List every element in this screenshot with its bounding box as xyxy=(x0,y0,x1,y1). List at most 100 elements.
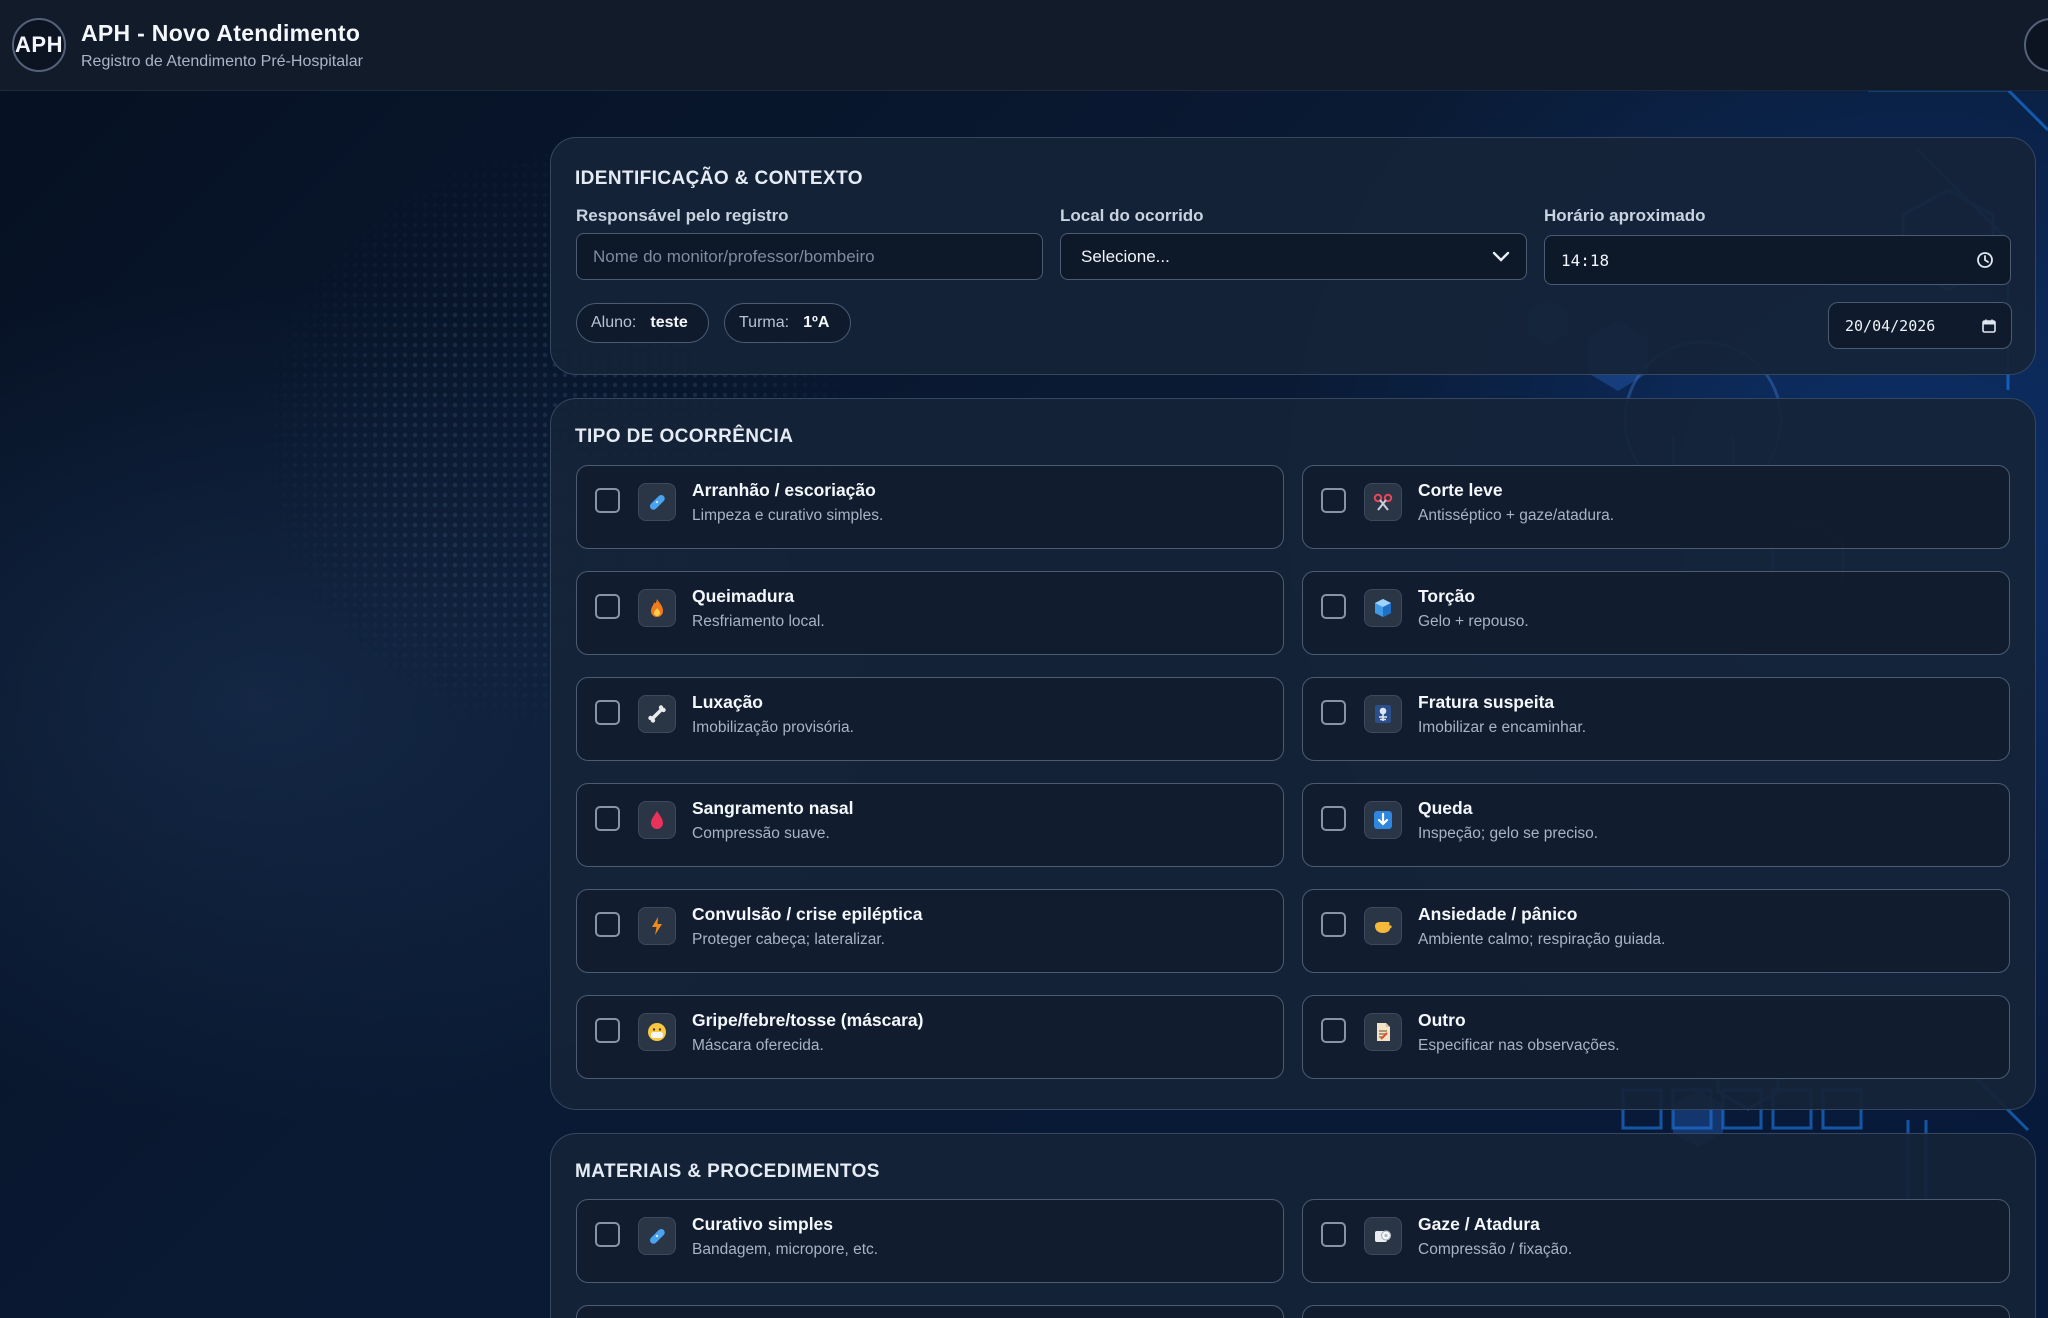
date-input[interactable]: 20/04/2026 xyxy=(1828,302,2012,349)
student-chip: Aluno: teste xyxy=(576,303,709,343)
responsible-input[interactable] xyxy=(593,246,1026,267)
class-value: 1ºA xyxy=(803,314,830,331)
down-arrow-icon xyxy=(1364,801,1402,839)
option-title: Sangramento nasal xyxy=(692,797,854,818)
occurrence-option[interactable]: Corte leve Antisséptico + gaze/atadura. xyxy=(1302,465,2010,549)
option-checkbox[interactable] xyxy=(1321,699,1346,725)
section-title-identification: IDENTIFICAÇÃO & CONTEXTO xyxy=(575,168,863,189)
option-checkbox[interactable] xyxy=(1321,487,1346,513)
occurrence-option[interactable]: Fratura suspeita Imobilizar e encaminhar… xyxy=(1302,677,2010,761)
date-value: 20/04/2026 xyxy=(1845,316,1936,335)
bandage-icon xyxy=(638,483,676,521)
material-option[interactable]: Gaze / Atadura Compressão / fixação. xyxy=(1302,1199,2010,1283)
time-value: 14:18 xyxy=(1561,250,1610,270)
option-checkbox[interactable] xyxy=(595,1017,620,1043)
option-description: Resfriamento local. xyxy=(692,612,825,630)
option-checkbox[interactable] xyxy=(595,593,620,619)
option-checkbox[interactable] xyxy=(1321,1017,1346,1043)
option-checkbox[interactable] xyxy=(1321,911,1346,937)
gauze-roll-icon xyxy=(1364,1217,1402,1255)
occurrence-option[interactable]: Luxação Imobilização provisória. xyxy=(576,677,1284,761)
material-option[interactable]: Curativo simples Bandagem, micropore, et… xyxy=(576,1199,1284,1283)
mask-face-icon xyxy=(638,1013,676,1051)
option-title: Gaze / Atadura xyxy=(1418,1213,1540,1234)
blood-drop-icon xyxy=(638,801,676,839)
occurrence-grid: Arranhão / escoriação Limpeza e curativo… xyxy=(576,465,2012,1079)
user-avatar[interactable] xyxy=(2024,18,2048,72)
clock-icon[interactable] xyxy=(1976,251,1994,269)
x-ray-icon xyxy=(1364,695,1402,733)
materials-grid: Curativo simples Bandagem, micropore, et… xyxy=(576,1199,2012,1318)
option-description: Compressão / fixação. xyxy=(1418,1240,1573,1258)
material-option[interactable] xyxy=(1302,1305,2010,1318)
option-checkbox[interactable] xyxy=(1321,805,1346,831)
occurrence-option[interactable]: Sangramento nasal Compressão suave. xyxy=(576,783,1284,867)
lightning-icon xyxy=(638,907,676,945)
student-value: teste xyxy=(650,314,688,331)
note-icon xyxy=(1364,1013,1402,1051)
occurrence-option[interactable]: Queda Inspeção; gelo se preciso. xyxy=(1302,783,2010,867)
bandage-icon xyxy=(638,1217,676,1255)
option-title: Torção xyxy=(1418,585,1476,606)
option-description: Compressão suave. xyxy=(692,824,830,842)
occurrence-option[interactable]: Convulsão / crise epiléptica Proteger ca… xyxy=(576,889,1284,973)
app-header: APH APH - Novo Atendimento Registro de A… xyxy=(0,0,2048,91)
time-input[interactable]: 14:18 xyxy=(1544,235,2011,285)
option-description: Limpeza e curativo simples. xyxy=(692,506,884,524)
option-description: Antisséptico + gaze/atadura. xyxy=(1418,506,1615,524)
materials-panel: MATERIAIS & PROCEDIMENTOS Curativo simpl… xyxy=(550,1133,2036,1318)
occurrence-option[interactable]: Arranhão / escoriação Limpeza e curativo… xyxy=(576,465,1284,549)
location-select-value: Selecione... xyxy=(1081,246,1170,266)
option-description: Especificar nas observações. xyxy=(1418,1036,1620,1054)
occurrence-option[interactable]: Ansiedade / pânico Ambiente calmo; respi… xyxy=(1302,889,2010,973)
scissors-icon xyxy=(1364,483,1402,521)
option-checkbox[interactable] xyxy=(595,911,620,937)
identification-panel: IDENTIFICAÇÃO & CONTEXTO Responsável pel… xyxy=(550,137,2036,375)
occurrence-type-panel: TIPO DE OCORRÊNCIA Arranhão / escoriação… xyxy=(550,398,2036,1110)
option-title: Luxação xyxy=(692,691,763,712)
option-checkbox[interactable] xyxy=(595,699,620,725)
option-title: Queda xyxy=(1418,797,1473,818)
calendar-icon[interactable] xyxy=(1981,318,1997,334)
responsible-label: Responsável pelo registro xyxy=(576,206,789,225)
location-label: Local do ocorrido xyxy=(1060,206,1204,225)
option-title: Queimadura xyxy=(692,585,795,606)
option-description: Ambiente calmo; respiração guiada. xyxy=(1418,930,1666,948)
section-title-materials: MATERIAIS & PROCEDIMENTOS xyxy=(575,1161,880,1182)
option-description: Máscara oferecida. xyxy=(692,1036,824,1054)
bone-icon xyxy=(638,695,676,733)
option-description: Inspeção; gelo se preciso. xyxy=(1418,824,1599,842)
ice-cube-icon xyxy=(1364,589,1402,627)
occurrence-option[interactable]: Torção Gelo + repouso. xyxy=(1302,571,2010,655)
option-title: Fratura suspeita xyxy=(1418,691,1555,712)
app-subtitle: Registro de Atendimento Pré-Hospitalar xyxy=(81,52,363,70)
responsible-field-wrapper xyxy=(576,233,1043,280)
location-select[interactable]: Selecione... xyxy=(1060,233,1527,280)
option-description: Imobilização provisória. xyxy=(692,718,854,736)
option-description: Bandagem, micropore, etc. xyxy=(692,1240,879,1258)
class-label: Turma: xyxy=(739,314,790,331)
option-title: Corte leve xyxy=(1418,479,1503,500)
option-title: Ansiedade / pânico xyxy=(1418,903,1578,924)
occurrence-option[interactable]: Outro Especificar nas observações. xyxy=(1302,995,2010,1079)
material-option[interactable] xyxy=(576,1305,1284,1318)
time-label: Horário aproximado xyxy=(1544,206,1706,225)
app-logo: APH xyxy=(12,18,66,72)
student-label: Aluno: xyxy=(591,314,637,331)
option-title: Convulsão / crise epiléptica xyxy=(692,903,923,924)
option-description: Imobilizar e encaminhar. xyxy=(1418,718,1586,736)
option-checkbox[interactable] xyxy=(1321,593,1346,619)
occurrence-option[interactable]: Queimadura Resfriamento local. xyxy=(576,571,1284,655)
chevron-down-icon xyxy=(1492,251,1510,262)
app-title: APH - Novo Atendimento xyxy=(81,19,361,46)
section-title-occurrence: TIPO DE OCORRÊNCIA xyxy=(575,426,794,447)
option-description: Gelo + repouso. xyxy=(1418,612,1529,630)
option-title: Curativo simples xyxy=(692,1213,834,1234)
option-checkbox[interactable] xyxy=(1321,1221,1346,1247)
class-chip: Turma: 1ºA xyxy=(724,303,851,343)
hand-icon xyxy=(1364,907,1402,945)
option-checkbox[interactable] xyxy=(595,805,620,831)
occurrence-option[interactable]: Gripe/febre/tosse (máscara) Máscara ofer… xyxy=(576,995,1284,1079)
option-checkbox[interactable] xyxy=(595,487,620,513)
option-checkbox[interactable] xyxy=(595,1221,620,1247)
